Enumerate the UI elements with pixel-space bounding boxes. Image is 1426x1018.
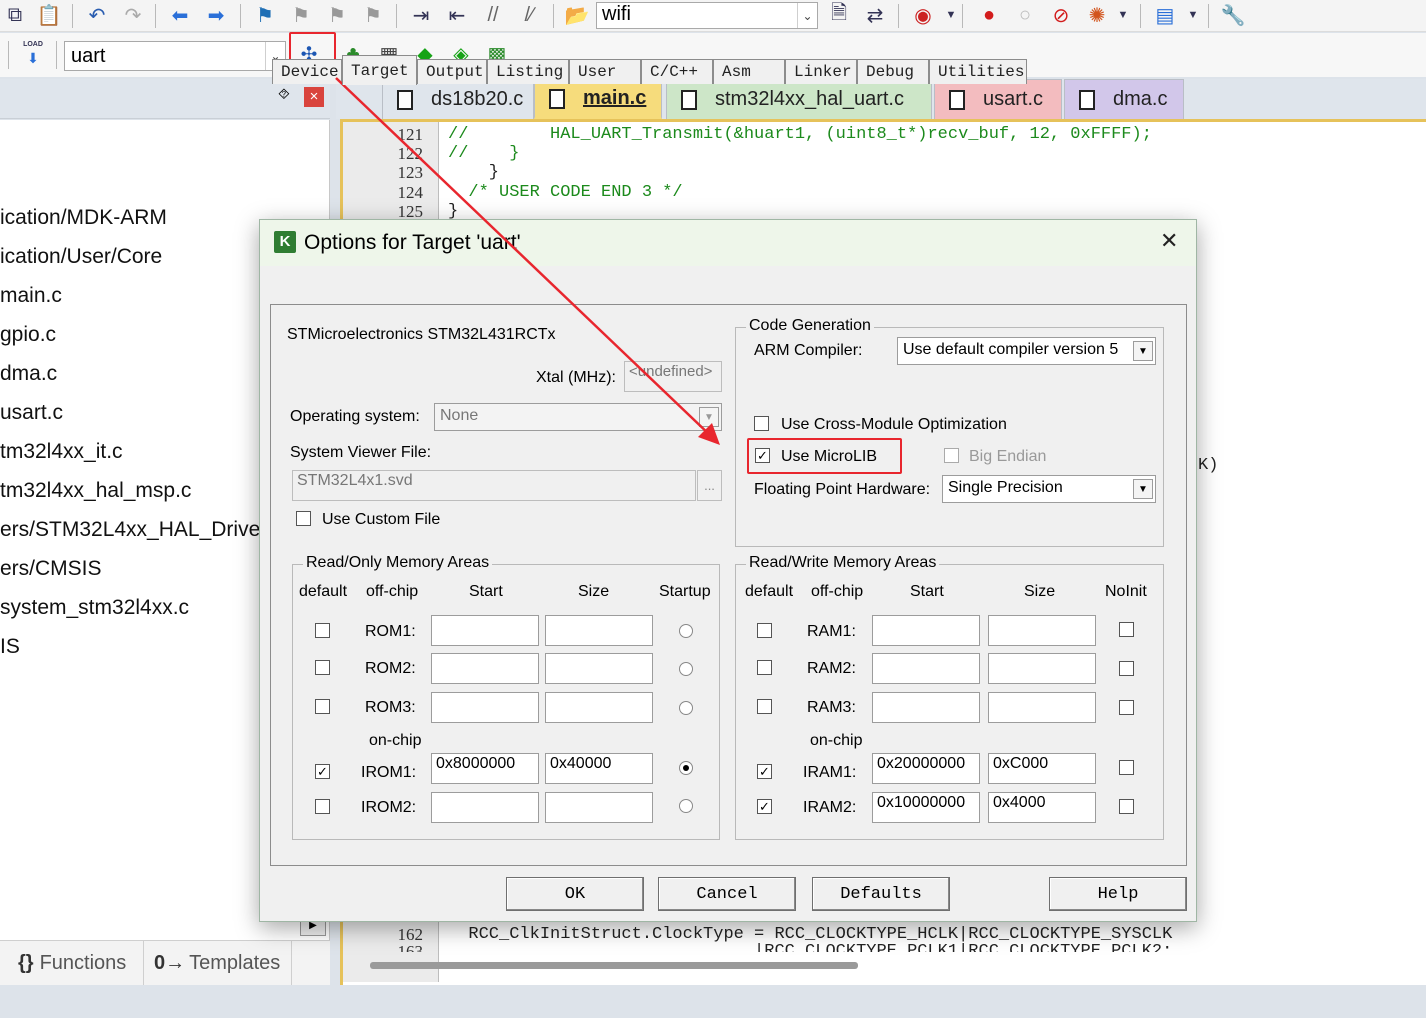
annotation-arrow <box>335 77 720 445</box>
tab-target[interactable]: Target <box>342 55 417 85</box>
